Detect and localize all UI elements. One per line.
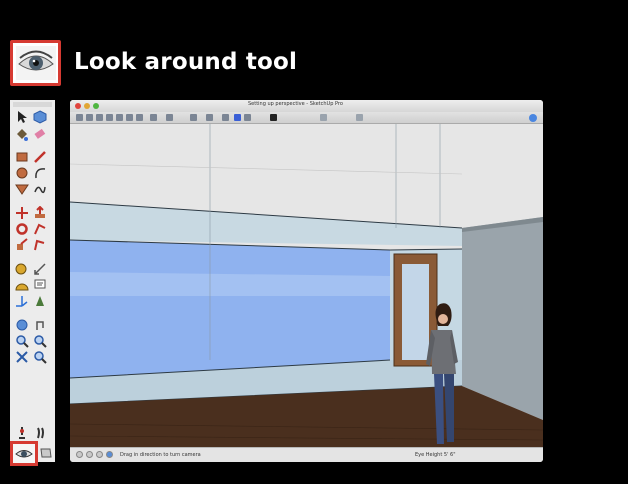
toolbar-button[interactable]: [320, 114, 327, 121]
help-icon[interactable]: [106, 451, 113, 458]
toolbar-button[interactable]: [234, 114, 241, 121]
position-camera-icon[interactable]: [14, 426, 30, 442]
rotate-icon[interactable]: [14, 222, 30, 238]
close-window-button[interactable]: [75, 103, 81, 109]
zoom-icon[interactable]: [14, 334, 30, 350]
toolbar-button[interactable]: [244, 114, 251, 121]
toolbar-button[interactable]: [76, 114, 83, 121]
window-title: Setting up perspective - SketchUp Pro: [248, 101, 343, 107]
status-hint: Drag in direction to turn camera: [120, 452, 201, 458]
eraser-icon[interactable]: [32, 128, 48, 144]
status-bar: Drag in direction to turn camera Eye Hei…: [70, 447, 543, 462]
measurements-value: 5' 6": [443, 452, 456, 458]
toolbar-button[interactable]: [126, 114, 133, 121]
toolbar-button[interactable]: [190, 114, 197, 121]
slide-title: Look around tool: [74, 49, 298, 75]
zoom-window-button[interactable]: [93, 103, 99, 109]
zoom-window-icon[interactable]: [32, 334, 48, 350]
rectangle-icon[interactable]: [14, 150, 30, 166]
scale-icon[interactable]: [14, 238, 30, 254]
toolbar-button[interactable]: [356, 114, 363, 121]
circle-icon[interactable]: [14, 166, 30, 182]
measurements-label: Eye Height: [415, 452, 443, 458]
toolbar-button[interactable]: [166, 114, 173, 121]
pan-icon[interactable]: [32, 318, 48, 334]
help-button[interactable]: [529, 114, 537, 122]
arc-icon[interactable]: [32, 166, 48, 182]
eye-icon: [10, 40, 61, 86]
walk-icon[interactable]: [32, 426, 48, 442]
slide: Look around tool Setting up perspective …: [0, 0, 628, 484]
axes-icon[interactable]: [14, 294, 30, 310]
sketchup-window: Setting up perspective - SketchUp Pro Dr…: [70, 100, 543, 462]
toolbar-button[interactable]: [86, 114, 93, 121]
toolbar-button[interactable]: [270, 114, 277, 121]
freehand-icon[interactable]: [32, 182, 48, 198]
polygon-icon[interactable]: [14, 182, 30, 198]
minimize-window-button[interactable]: [84, 103, 90, 109]
scene: [70, 124, 543, 447]
toolbar-button[interactable]: [116, 114, 123, 121]
line-icon[interactable]: [32, 150, 48, 166]
right-wall: [462, 217, 543, 420]
toolbar-button[interactable]: [206, 114, 213, 121]
geo-location-icon[interactable]: [76, 451, 83, 458]
measurements-box[interactable]: Eye Height 5' 6": [415, 452, 456, 458]
previous-view-icon[interactable]: [32, 350, 48, 366]
tape-measure-icon[interactable]: [14, 262, 30, 278]
look-around-icon[interactable]: [10, 441, 38, 466]
toolbar-button[interactable]: [96, 114, 103, 121]
title-bar: Setting up perspective - SketchUp Pro: [70, 100, 543, 112]
follow-me-icon[interactable]: [32, 222, 48, 238]
section-plane-icon[interactable]: [38, 446, 54, 462]
instructor-icon[interactable]: [96, 451, 103, 458]
paint-bucket-icon[interactable]: [14, 128, 30, 144]
protractor-icon[interactable]: [14, 278, 30, 294]
credits-icon[interactable]: [86, 451, 93, 458]
3d-text-icon[interactable]: [32, 294, 48, 310]
text-icon[interactable]: [32, 278, 48, 294]
component-icon[interactable]: [32, 110, 48, 126]
window-glass: [70, 240, 390, 378]
top-toolbar: [70, 112, 543, 124]
push-pull-icon[interactable]: [32, 205, 48, 222]
orbit-icon[interactable]: [14, 318, 30, 334]
zoom-extents-icon[interactable]: [14, 350, 30, 366]
door-glass: [402, 264, 429, 360]
toolbar-button[interactable]: [150, 114, 157, 121]
select-icon[interactable]: [14, 110, 30, 126]
modeling-viewport[interactable]: [70, 124, 543, 447]
offset-icon[interactable]: [32, 238, 48, 254]
toolbar-button[interactable]: [136, 114, 143, 121]
toolbar-button[interactable]: [222, 114, 229, 121]
dimension-icon[interactable]: [32, 262, 48, 278]
move-icon[interactable]: [14, 206, 30, 222]
toolbar-button[interactable]: [106, 114, 113, 121]
